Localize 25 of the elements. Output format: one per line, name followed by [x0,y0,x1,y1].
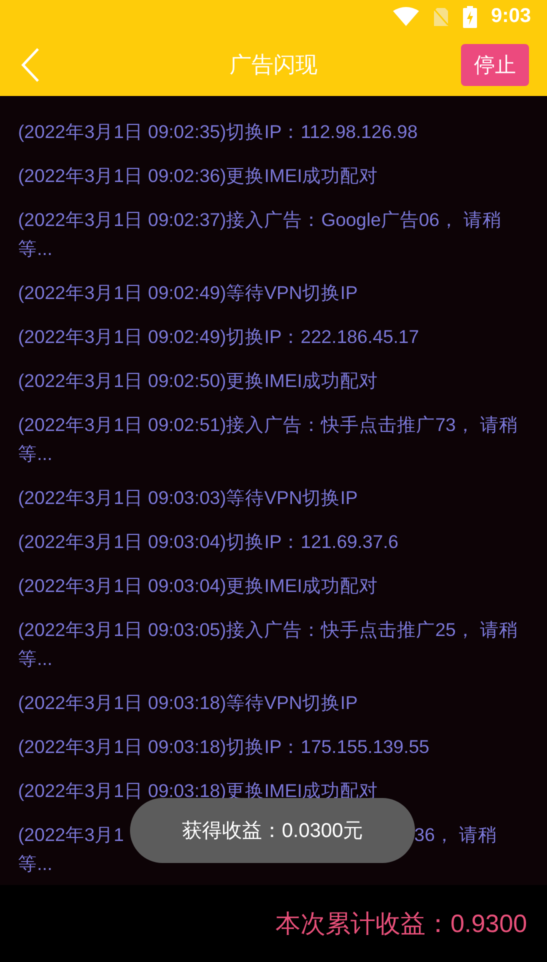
no-sim-icon [432,6,449,26]
log-entry: (2022年3月1日 09:03:03)等待VPN切换IP [18,486,359,510]
total-earnings: 本次累计收益：0.9300 [276,909,527,940]
status-time: 9:03 [490,5,531,28]
log-entry: (2022年3月1日 09:02:50)更换IMEI成功配对 [18,368,380,393]
page-title: 广告闪现 [230,50,318,78]
log-entry: (2022年3月1日 09:02:37)接入广告：Google广告06， 请稍等... [18,208,503,260]
log-entry: (2022年3月1 [18,822,124,847]
toast-message: 获得收益：0.0300元 [130,798,415,863]
wifi-icon [392,6,419,26]
log-entry: (2022年3月1日 09:03:04)切换IP：121.69.37.6 [18,530,400,554]
log-entry: (2022年3月1日 09:02:49)等待VPN切换IP [18,280,359,305]
log-entry: (2022年3月1日 09:02:35)切换IP：112.98.126.98 [18,120,419,144]
log-entry: (2022年3月1日 09:03:18)等待VPN切换IP [18,690,359,715]
log-entry: 等... [18,852,52,876]
stop-button[interactable]: 停止 [461,44,529,86]
log-entry: 36， 请稍 [414,822,497,846]
log-entry: (2022年3月1日 09:02:51)接入广告：快手点击推广73， 请稍等... [18,412,519,466]
log-entry: (2022年3月1日 09:03:18)切换IP：175.155.139.55 [18,734,430,759]
log-entry: (2022年3月1日 09:02:36)更换IMEI成功配对 [18,164,380,188]
log-entry: (2022年3月1日 09:02:49)切换IP：222.186.45.17 [18,324,420,349]
battery-charging-icon [462,6,477,28]
log-entry: (2022年3月1日 09:03:05)接入广告：快手点击推广25， 请稍等... [18,618,519,670]
log-entry: (2022年3月1日 09:03:04)更换IMEI成功配对 [18,574,380,598]
back-icon[interactable] [20,46,40,82]
